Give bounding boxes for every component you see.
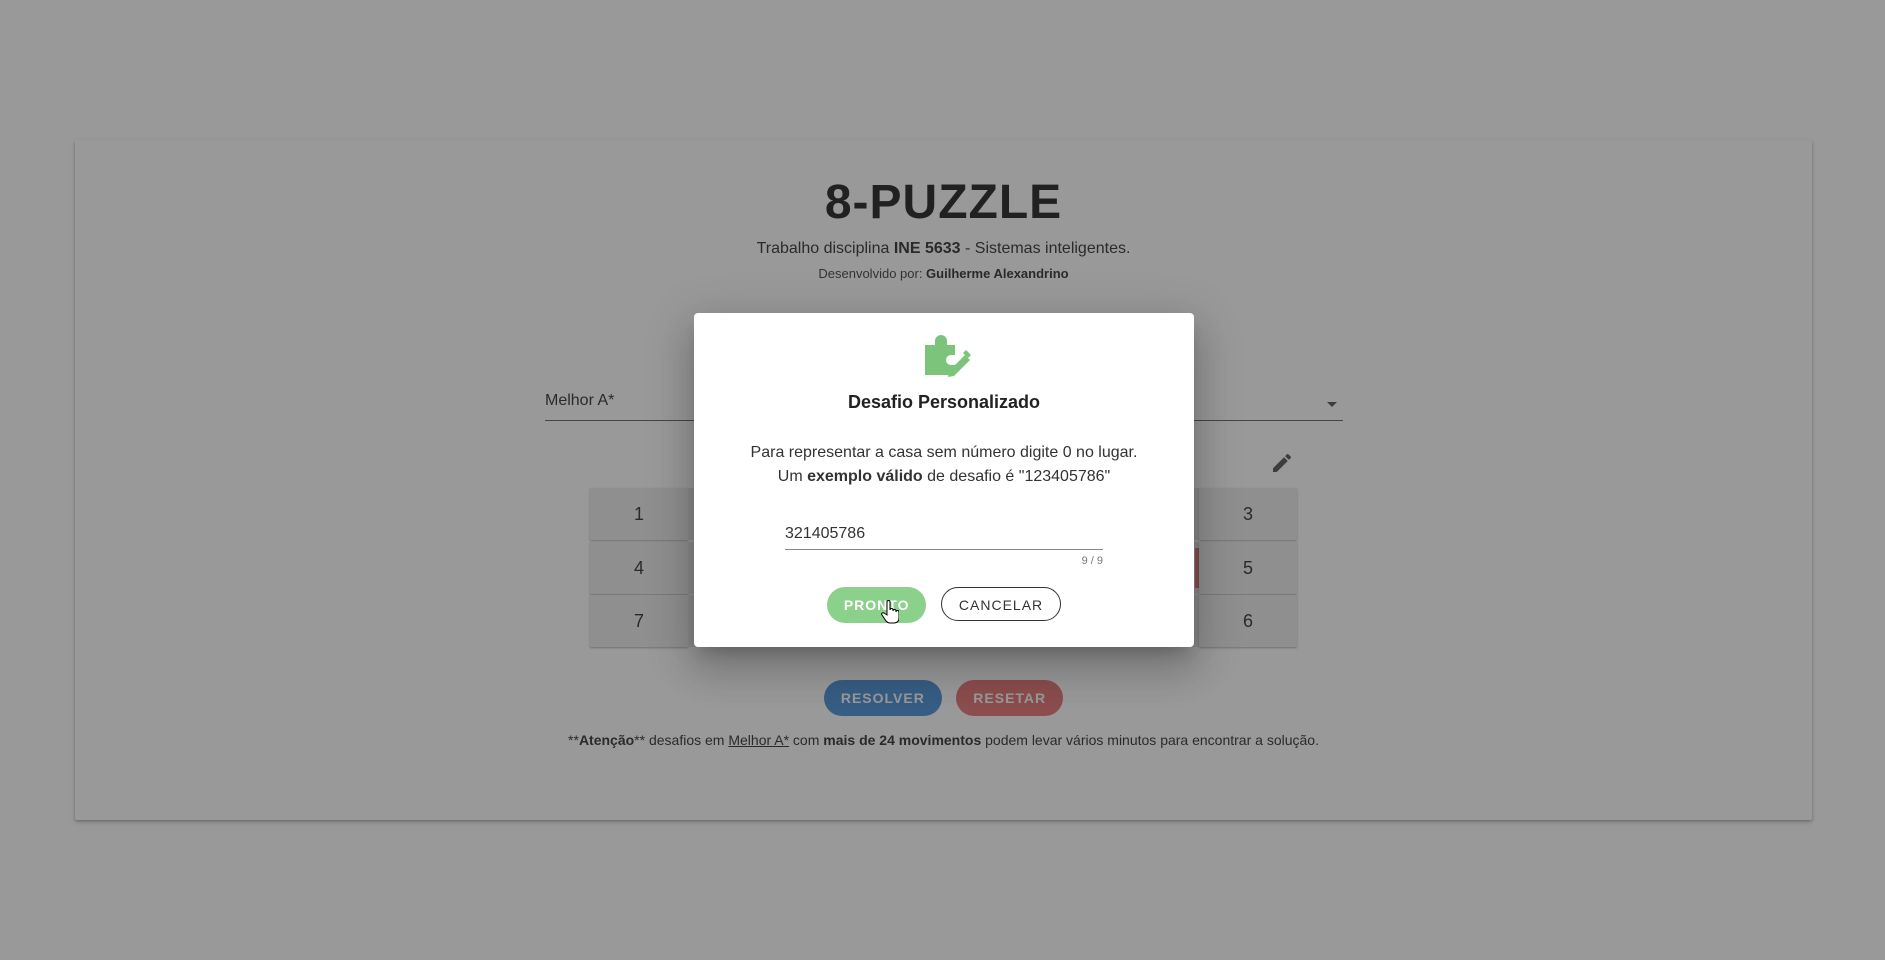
instruction-bold: exemplo válido <box>807 468 923 485</box>
challenge-input-field <box>785 521 1103 550</box>
cancel-button[interactable]: CANCELAR <box>940 587 1062 621</box>
char-counter: 9 / 9 <box>1081 555 1103 567</box>
puzzle-edit-icon <box>925 335 971 377</box>
instruction-line-2: Um exemplo válido de desafio é "12340578… <box>694 465 1194 489</box>
dialog-instructions: Para representar a casa sem número digit… <box>694 441 1194 489</box>
instruction-text: de desafio é "123405786" <box>922 468 1111 485</box>
instruction-line-1: Para representar a casa sem número digit… <box>750 444 1138 461</box>
dialog-title: Desafio Personalizado <box>847 392 1041 412</box>
instruction-text: Um <box>777 468 808 485</box>
custom-challenge-dialog: Desafio Personalizado Para representar a… <box>694 313 1194 647</box>
dialog-actions: PRONTO CANCELAR <box>694 587 1194 623</box>
confirm-button[interactable]: PRONTO <box>826 587 927 623</box>
challenge-input[interactable] <box>785 521 1103 547</box>
